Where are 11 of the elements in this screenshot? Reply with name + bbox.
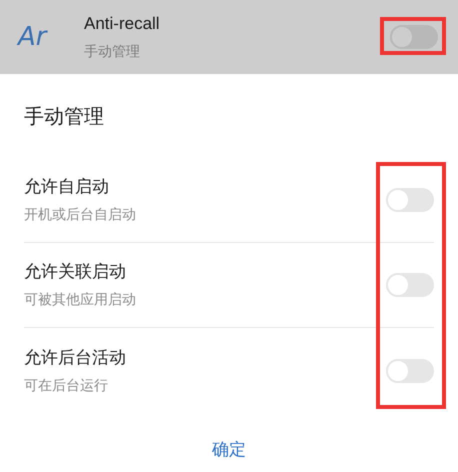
option-subtitle: 可被其他应用启动 [24,290,137,309]
app-icon: Ar [0,18,84,56]
option-title: 允许自启动 [24,176,110,198]
dialog-title: 手动管理 [23,105,105,130]
option-title: 允许后台活动 [24,346,127,368]
app-title: Anti-recall [84,13,161,35]
option-subtitle: 开机或后台自启动 [24,205,137,224]
option-subtitle: 可在后台运行 [24,376,109,394]
app-subtitle: 手动管理 [84,42,141,61]
option-title: 允许关联启动 [24,261,127,283]
confirm-button[interactable]: 确定 [200,432,258,466]
